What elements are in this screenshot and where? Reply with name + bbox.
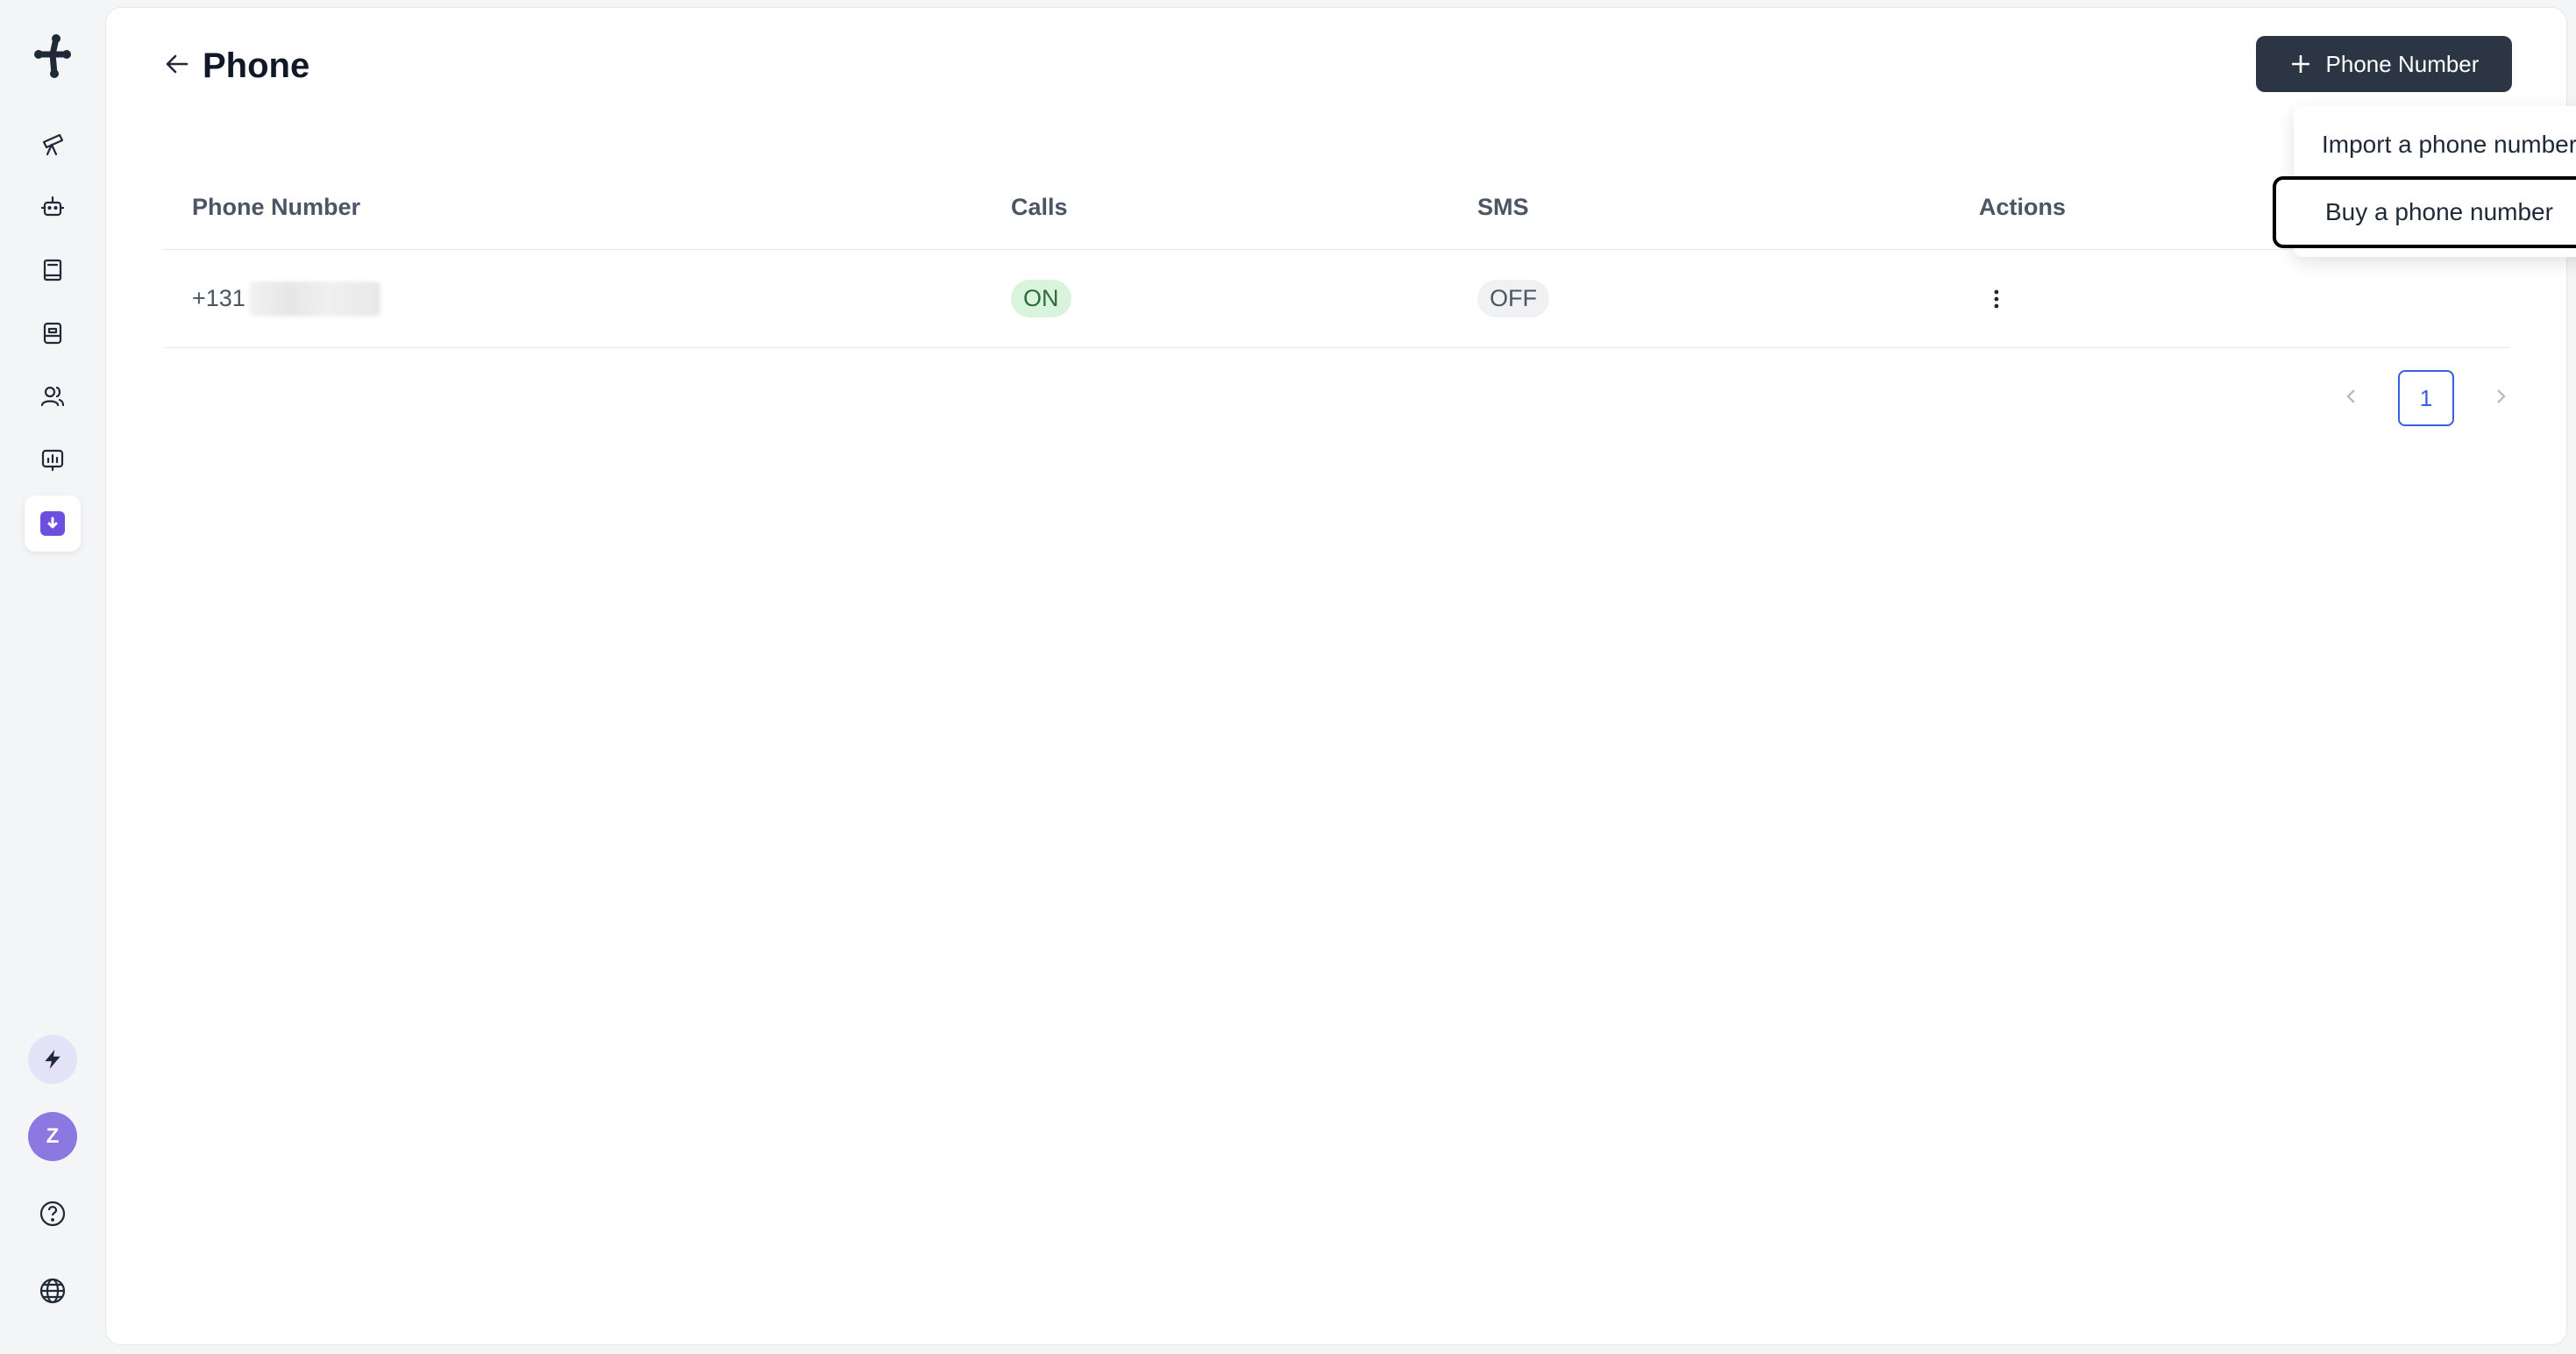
sidebar-item-book[interactable] xyxy=(25,242,81,298)
telescope-icon xyxy=(42,133,64,156)
robot-icon xyxy=(40,196,65,217)
sidebar-item-phone-active[interactable] xyxy=(25,495,81,552)
chevron-left-icon xyxy=(2346,388,2355,403)
help-icon xyxy=(39,1201,66,1227)
sidebar-item-robot[interactable] xyxy=(25,179,81,235)
phone-number-prefix: +131 xyxy=(192,285,246,311)
calls-status-badge: ON xyxy=(1011,280,1071,317)
prev-page-button[interactable] xyxy=(2342,387,2361,410)
redacted-number xyxy=(248,281,381,317)
help-button[interactable] xyxy=(32,1193,74,1235)
buy-phone-number-option[interactable]: Buy a phone number xyxy=(2273,176,2576,248)
import-phone-number-option[interactable]: Import a phone number xyxy=(2294,117,2576,173)
sidebar: Z xyxy=(0,0,105,1354)
chart-icon xyxy=(41,449,64,472)
language-button[interactable] xyxy=(32,1270,74,1312)
sms-status-badge: OFF xyxy=(1477,280,1549,317)
calls-cell: ON xyxy=(1011,280,1477,317)
avatar[interactable]: Z xyxy=(28,1112,77,1161)
globe-icon xyxy=(39,1278,66,1304)
bolt-icon xyxy=(45,1050,60,1069)
phone-number-cell: +131 xyxy=(164,281,1011,317)
sidebar-item-database[interactable] xyxy=(25,305,81,361)
page-title: Phone xyxy=(203,46,310,85)
kebab-icon xyxy=(1994,289,1999,308)
column-header-phone: Phone Number xyxy=(192,194,361,220)
download-box-icon xyxy=(40,511,65,536)
actions-cell xyxy=(1979,281,2505,317)
add-button-label: Phone Number xyxy=(2325,50,2480,77)
upgrade-button[interactable] xyxy=(28,1035,77,1084)
page-header: Phone xyxy=(162,46,310,86)
database-icon xyxy=(43,322,62,345)
sms-cell: OFF xyxy=(1477,280,1979,317)
chevron-right-icon xyxy=(2497,388,2506,403)
sidebar-item-users[interactable] xyxy=(25,368,81,424)
table-row[interactable]: +131 ON OFF xyxy=(164,250,2510,348)
column-header-calls: Calls xyxy=(1011,194,1068,220)
page-1-button[interactable]: 1 xyxy=(2398,370,2454,426)
add-phone-dropdown: Import a phone number Buy a phone number xyxy=(2273,106,2576,257)
avatar-initial: Z xyxy=(46,1124,60,1148)
column-header-sms: SMS xyxy=(1477,194,1529,220)
logo-icon xyxy=(34,34,71,78)
phone-table: Phone Number Calls SMS Actions +131 ON O… xyxy=(164,166,2510,348)
pagination: 1 xyxy=(2342,370,2510,426)
plus-icon xyxy=(2291,55,2309,73)
sidebar-item-analytics[interactable] xyxy=(25,431,81,488)
users-icon xyxy=(40,386,65,407)
sidebar-item-telescope[interactable] xyxy=(25,116,81,172)
main-panel: Phone Phone Number Phone Number Calls SM… xyxy=(105,7,2576,1345)
table-header: Phone Number Calls SMS Actions xyxy=(164,166,2510,250)
next-page-button[interactable] xyxy=(2491,387,2510,410)
app-logo[interactable] xyxy=(32,32,74,81)
back-arrow-icon[interactable] xyxy=(162,49,192,83)
row-actions-button[interactable] xyxy=(1979,281,2014,317)
add-phone-number-button[interactable]: Phone Number xyxy=(2256,36,2512,92)
book-icon xyxy=(43,259,62,281)
